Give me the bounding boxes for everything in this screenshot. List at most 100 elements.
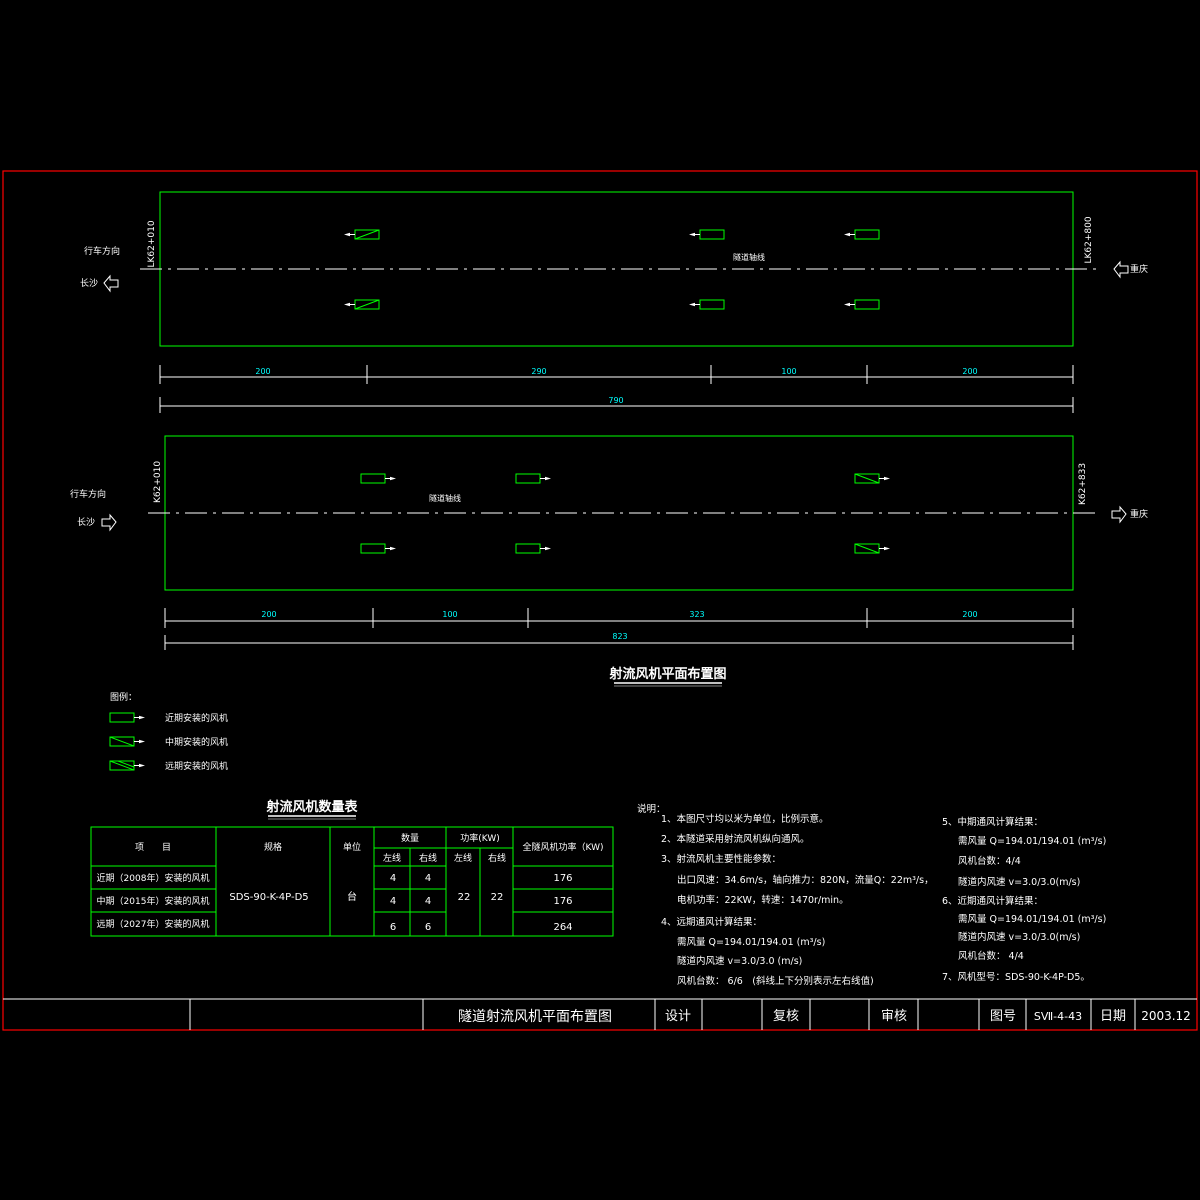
fan-near-icon xyxy=(515,473,551,484)
row-item-3: 远期（2027年）安装的风机 xyxy=(97,918,210,930)
legend-label-far: 远期安装的风机 xyxy=(165,760,228,772)
note-line: 隧道内风速 v=3.0/3.0(m/s) xyxy=(958,876,1080,888)
dim-upper-1: 200 xyxy=(255,367,270,376)
fan-near-icon xyxy=(689,229,725,240)
dim-lower-3: 323 xyxy=(689,610,704,619)
title-block: 隧道射流风机平面布置图 设计 复核 审核 图号 SⅦ-4-43 日期 2003.… xyxy=(3,998,1197,1030)
note-line: 风机台数： 4/4 xyxy=(958,950,1024,962)
drawing-no: SⅦ-4-43 xyxy=(1034,1010,1082,1023)
fan-mid-icon xyxy=(854,543,890,554)
row-qty-right-3: 6 xyxy=(425,922,431,933)
th-power-left: 左线 xyxy=(454,852,472,864)
city-left-upper: 长沙 xyxy=(80,277,98,289)
direction-arrow-left-icon xyxy=(103,274,119,293)
fan-near-icon xyxy=(360,473,396,484)
plan-title: 射流风机平面布置图 xyxy=(608,666,726,682)
note-line: 5、中期通风计算结果： xyxy=(942,816,1043,828)
note-line: 出口风速：34.6m/s，轴向推力：820N，流量Q：22m³/s， xyxy=(677,874,934,886)
dim-upper-3: 100 xyxy=(781,367,796,376)
dim-lower-4: 200 xyxy=(962,610,977,619)
dimension-chain-upper xyxy=(159,365,1074,413)
quantity-table: 射流风机数量表 项 目 规格 单位 数量 功率(KW) 左线 右线 左线 右线 … xyxy=(90,799,614,937)
city-left-lower: 长沙 xyxy=(77,516,95,528)
direction-arrow-right-out-icon xyxy=(1111,505,1127,524)
note-line: 1、本图尺寸均以米为单位，比例示意。 xyxy=(661,813,829,825)
dim-upper-2: 290 xyxy=(531,367,546,376)
fan-mid-icon xyxy=(344,229,380,240)
direction-label-upper: 行车方向 xyxy=(84,245,120,257)
dim-lower-total: 823 xyxy=(612,632,627,641)
fan-near-icon xyxy=(109,712,145,723)
approve-label: 审核 xyxy=(881,1009,907,1024)
dim-upper-4: 200 xyxy=(962,367,977,376)
dim-lower-2: 100 xyxy=(442,610,457,619)
legend-label-mid: 中期安装的风机 xyxy=(165,736,228,748)
th-total-power: 全隧风机功率（KW) xyxy=(523,841,604,853)
row-qty-left-3: 6 xyxy=(390,922,396,933)
dim-upper-total: 790 xyxy=(608,396,623,405)
legend-label-near: 近期安装的风机 xyxy=(165,712,228,724)
dim-lower-1: 200 xyxy=(261,610,276,619)
note-line: 隧道内风速 v=3.0/3.0 (m/s) xyxy=(677,955,802,967)
note-line: 2、本隧道采用射流风机纵向通风。 xyxy=(661,833,810,845)
note-line: 4、远期通风计算结果： xyxy=(661,916,762,928)
plan-upper: 隧道轴线 LK62+010 LK62+800 行车方向 长沙 重庆 200 29… xyxy=(80,191,1148,413)
cell-power-right: 22 xyxy=(491,892,504,903)
date-label: 日期 xyxy=(1100,1009,1126,1024)
row-total-1: 176 xyxy=(553,873,572,884)
direction-label-lower: 行车方向 xyxy=(70,488,106,500)
note-line: 3、射流风机主要性能参数： xyxy=(661,853,781,865)
fan-near-icon xyxy=(844,229,880,240)
plan-lower: 隧道轴线 K62+010 K62+833 行车方向 长沙 重庆 200 100 … xyxy=(70,435,1148,650)
fan-near-icon xyxy=(515,543,551,554)
chainage-right-lower: K62+833 xyxy=(1078,463,1088,505)
note-line: 7、风机型号：SDS-90-K-4P-D5。 xyxy=(942,971,1090,983)
notes-right: 5、中期通风计算结果： 需风量 Q=194.01/194.01 (m³/s) 风… xyxy=(942,816,1106,983)
drawing-no-label: 图号 xyxy=(990,1009,1016,1024)
city-right-upper: 重庆 xyxy=(1130,263,1148,275)
chainage-right-upper: LK62+800 xyxy=(1084,216,1094,263)
direction-arrow-right-icon xyxy=(101,513,117,532)
review-label: 复核 xyxy=(773,1009,799,1024)
th-power-right: 右线 xyxy=(488,852,506,864)
axis-label-lower: 隧道轴线 xyxy=(429,493,461,503)
row-qty-right-2: 4 xyxy=(425,896,431,907)
design-label: 设计 xyxy=(665,1009,691,1024)
note-line: 需风量 Q=194.01/194.01 (m³/s) xyxy=(958,836,1106,847)
city-right-lower: 重庆 xyxy=(1130,508,1148,520)
row-qty-right-1: 4 xyxy=(425,873,431,884)
note-line: 6、近期通风计算结果： xyxy=(942,895,1043,907)
legend-title: 图例： xyxy=(110,691,137,703)
th-unit: 单位 xyxy=(343,841,361,853)
fan-near-icon xyxy=(844,299,880,310)
fan-mid-icon xyxy=(854,473,890,484)
th-qty: 数量 xyxy=(401,832,419,844)
row-qty-left-2: 4 xyxy=(390,896,396,907)
note-line: 需风量 Q=194.01/194.01 (m³/s) xyxy=(677,937,825,948)
table-title: 射流风机数量表 xyxy=(265,799,358,815)
direction-arrow-right-in-icon xyxy=(1113,260,1129,279)
fan-mid-icon xyxy=(344,299,380,310)
row-qty-left-1: 4 xyxy=(390,873,396,884)
note-line: 需风量 Q=194.01/194.01 (m³/s) xyxy=(958,914,1106,925)
chainage-left-upper: LK62+010 xyxy=(147,220,157,267)
fan-near-icon xyxy=(689,299,725,310)
fan-far-icon xyxy=(109,760,145,771)
note-line: 风机台数： 6/6 (斜线上下分别表示左右线值) xyxy=(677,975,874,987)
note-line: 电机功率：22KW，转速：1470r/min。 xyxy=(677,894,849,906)
note-line: 风机台数：4/4 xyxy=(958,855,1021,867)
fan-near-icon xyxy=(360,543,396,554)
th-qty-right: 右线 xyxy=(419,852,437,864)
dimension-chain-lower xyxy=(164,608,1074,650)
notes-left: 说明： 1、本图尺寸均以米为单位，比例示意。 2、本隧道采用射流风机纵向通风。 … xyxy=(637,803,934,987)
th-item: 项 目 xyxy=(135,842,171,853)
th-qty-left: 左线 xyxy=(383,852,401,864)
cell-power-left: 22 xyxy=(458,892,471,903)
cell-spec: SDS-90-K-4P-D5 xyxy=(229,892,308,903)
fan-mid-icon xyxy=(109,736,145,747)
cell-unit: 台 xyxy=(347,890,357,903)
date-value: 2003.12 xyxy=(1141,1009,1191,1023)
legend: 图例： 近期安装的风机 中期安装的风机 远期安装的风机 xyxy=(109,691,228,772)
th-power: 功率(KW) xyxy=(460,832,500,844)
th-spec: 规格 xyxy=(264,841,282,853)
